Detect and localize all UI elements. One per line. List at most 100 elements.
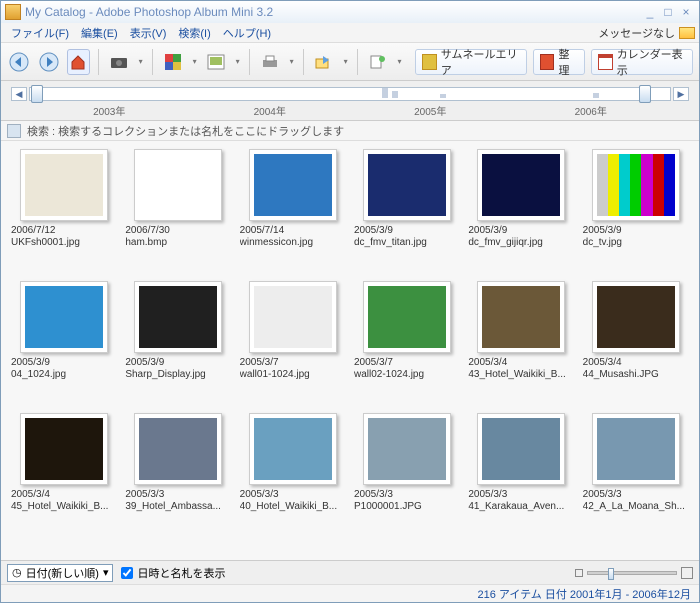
show-labels-text: 日時と名札を表示 <box>137 565 225 581</box>
thumbnail-cell[interactable]: 2005/3/342_A_La_Moana_Sh... <box>581 413 691 541</box>
thumbnail-date: 2005/3/3 <box>240 489 346 501</box>
thumbnail-image[interactable] <box>592 281 680 353</box>
thumbnail-cell[interactable]: 2005/3/444_Musashi.JPG <box>581 281 691 409</box>
menu-view[interactable]: 表示(V) <box>124 23 173 43</box>
home-button[interactable] <box>67 49 91 75</box>
create-dropdown[interactable]: ▾ <box>396 57 403 66</box>
thumbnail-filename: 41_Karakaua_Aven... <box>468 501 574 513</box>
thumbnail-cell[interactable]: 2005/3/9Sharp_Display.jpg <box>123 281 233 409</box>
timeline[interactable]: ◀ ▶ 2003年 2004年 2005年 2006年 <box>1 81 699 121</box>
thumbnail-image[interactable] <box>249 149 337 221</box>
thumbnail-meta: 2005/7/14winmessicon.jpg <box>238 225 348 249</box>
thumbnail-cell[interactable]: 2005/3/9dc_fmv_titan.jpg <box>352 149 462 277</box>
thumbnail-date: 2005/3/4 <box>468 357 574 369</box>
message-area: メッセージなし <box>598 25 695 41</box>
thumbnail-image[interactable] <box>477 281 565 353</box>
sort-dropdown[interactable]: ◷ 日付(新しい順) ▾ <box>7 564 113 582</box>
thumbnail-meta: 2005/3/7wall01-1024.jpg <box>238 357 348 381</box>
thumbnail-image[interactable] <box>363 149 451 221</box>
mail-icon <box>679 27 695 39</box>
camera-dropdown[interactable]: ▾ <box>137 57 144 66</box>
print-dropdown[interactable]: ▾ <box>288 57 295 66</box>
menu-file[interactable]: ファイル(F) <box>5 23 75 43</box>
timeline-left-arrow[interactable]: ◀ <box>11 87 27 101</box>
thumbnail-cell[interactable]: 2005/3/9dc_fmv_gijiqr.jpg <box>466 149 576 277</box>
create-button[interactable] <box>366 49 390 75</box>
size-slider-knob[interactable] <box>608 568 614 580</box>
window-title: My Catalog - Adobe Photoshop Album Mini … <box>25 5 641 19</box>
thumbnail-date: 2005/3/9 <box>583 225 689 237</box>
thumbnail-cell[interactable]: 2005/3/340_Hotel_Waikiki_B... <box>238 413 348 541</box>
thumbnail-cell[interactable]: 2005/3/9dc_tv.jpg <box>581 149 691 277</box>
thumbnail-image[interactable] <box>249 413 337 485</box>
thumbnail-meta: 2005/3/904_1024.jpg <box>9 357 119 381</box>
search-label: 検索 : 検索するコレクションまたは名札をここにドラッグします <box>27 123 344 139</box>
thumbnail-cell[interactable]: 2005/7/14winmessicon.jpg <box>238 149 348 277</box>
share-dropdown[interactable]: ▾ <box>342 57 349 66</box>
camera-button[interactable] <box>107 49 131 75</box>
forward-button[interactable] <box>37 49 61 75</box>
thumbnail-date: 2006/7/30 <box>125 225 231 237</box>
menu-edit[interactable]: 編集(E) <box>75 23 124 43</box>
palette-button[interactable] <box>161 49 185 75</box>
thumbnail-image[interactable] <box>592 149 680 221</box>
thumbnail-image[interactable] <box>363 281 451 353</box>
size-slider[interactable] <box>587 571 677 575</box>
calendar-label: カレンダー表示 <box>617 46 686 78</box>
thumbnail-cell[interactable]: 2005/3/443_Hotel_Waikiki_B... <box>466 281 576 409</box>
timeline-track[interactable] <box>29 87 671 101</box>
show-labels-input[interactable] <box>121 567 133 579</box>
thumbnail-meta: 2005/3/9dc_fmv_titan.jpg <box>352 225 462 249</box>
palette-dropdown[interactable]: ▾ <box>191 57 198 66</box>
thumbnail-meta: 2005/3/445_Hotel_Waikiki_B... <box>9 489 119 513</box>
menu-find[interactable]: 検索(I) <box>172 23 216 43</box>
thumbnail-area-button[interactable]: サムネールエリア <box>415 49 527 75</box>
thumbnail-image[interactable] <box>134 281 222 353</box>
share-button[interactable] <box>312 49 336 75</box>
thumbnail-cell[interactable]: 2006/7/30ham.bmp <box>123 149 233 277</box>
timeline-handle-left[interactable] <box>31 85 43 103</box>
sort-bar: ◷ 日付(新しい順) ▾ 日時と名札を表示 <box>1 560 699 584</box>
organize-button[interactable]: 整理 <box>533 49 585 75</box>
photo-button[interactable] <box>204 49 228 75</box>
thumbnail-image[interactable] <box>134 413 222 485</box>
thumbnail-image[interactable] <box>20 281 108 353</box>
thumbnail-cell[interactable]: 2005/3/7wall01-1024.jpg <box>238 281 348 409</box>
chevron-down-icon: ▾ <box>103 566 109 579</box>
thumbnail-image[interactable] <box>20 413 108 485</box>
thumbnail-meta: 2005/3/7wall02-1024.jpg <box>352 357 462 381</box>
thumbnail-grid: 2006/7/12UKFsh0001.jpg2006/7/30ham.bmp20… <box>1 141 699 560</box>
thumbnail-cell[interactable]: 2005/3/339_Hotel_Ambassa... <box>123 413 233 541</box>
size-small-icon[interactable] <box>575 569 583 577</box>
thumbnail-cell[interactable]: 2005/3/7wall02-1024.jpg <box>352 281 462 409</box>
status-text: 216 アイテム 日付 2001年1月 - 2006年12月 <box>478 586 692 602</box>
print-button[interactable] <box>258 49 282 75</box>
thumbnail-date: 2005/3/7 <box>354 357 460 369</box>
thumbnail-image[interactable] <box>477 149 565 221</box>
photo-dropdown[interactable]: ▾ <box>234 57 241 66</box>
timeline-right-arrow[interactable]: ▶ <box>673 87 689 101</box>
thumbnail-cell[interactable]: 2005/3/3P1000001.JPG <box>352 413 462 541</box>
close-button[interactable]: × <box>677 5 695 19</box>
thumbnail-cell[interactable]: 2006/7/12UKFsh0001.jpg <box>9 149 119 277</box>
thumbnail-image[interactable] <box>592 413 680 485</box>
search-bar[interactable]: 検索 : 検索するコレクションまたは名札をここにドラッグします <box>1 121 699 141</box>
size-large-icon[interactable] <box>681 567 693 579</box>
thumbnail-image[interactable] <box>249 281 337 353</box>
show-labels-checkbox[interactable]: 日時と名札を表示 <box>121 565 225 581</box>
thumbnail-cell[interactable]: 2005/3/445_Hotel_Waikiki_B... <box>9 413 119 541</box>
thumbnail-image[interactable] <box>477 413 565 485</box>
minimize-button[interactable]: _ <box>641 5 659 19</box>
menu-help[interactable]: ヘルプ(H) <box>217 23 277 43</box>
back-button[interactable] <box>7 49 31 75</box>
timeline-handle-right[interactable] <box>639 85 651 103</box>
thumbnail-cell[interactable]: 2005/3/341_Karakaua_Aven... <box>466 413 576 541</box>
thumbnail-area-label: サムネールエリア <box>441 46 520 78</box>
maximize-button[interactable]: □ <box>659 5 677 19</box>
thumbnail-image[interactable] <box>134 149 222 221</box>
thumbnail-image[interactable] <box>20 149 108 221</box>
thumbnail-image[interactable] <box>363 413 451 485</box>
thumbnail-cell[interactable]: 2005/3/904_1024.jpg <box>9 281 119 409</box>
calendar-button[interactable]: カレンダー表示 <box>591 49 693 75</box>
toolbar: ▾ ▾ ▾ ▾ ▾ ▾ サムネールエリア 整理 カレンダー表示 <box>1 43 699 81</box>
